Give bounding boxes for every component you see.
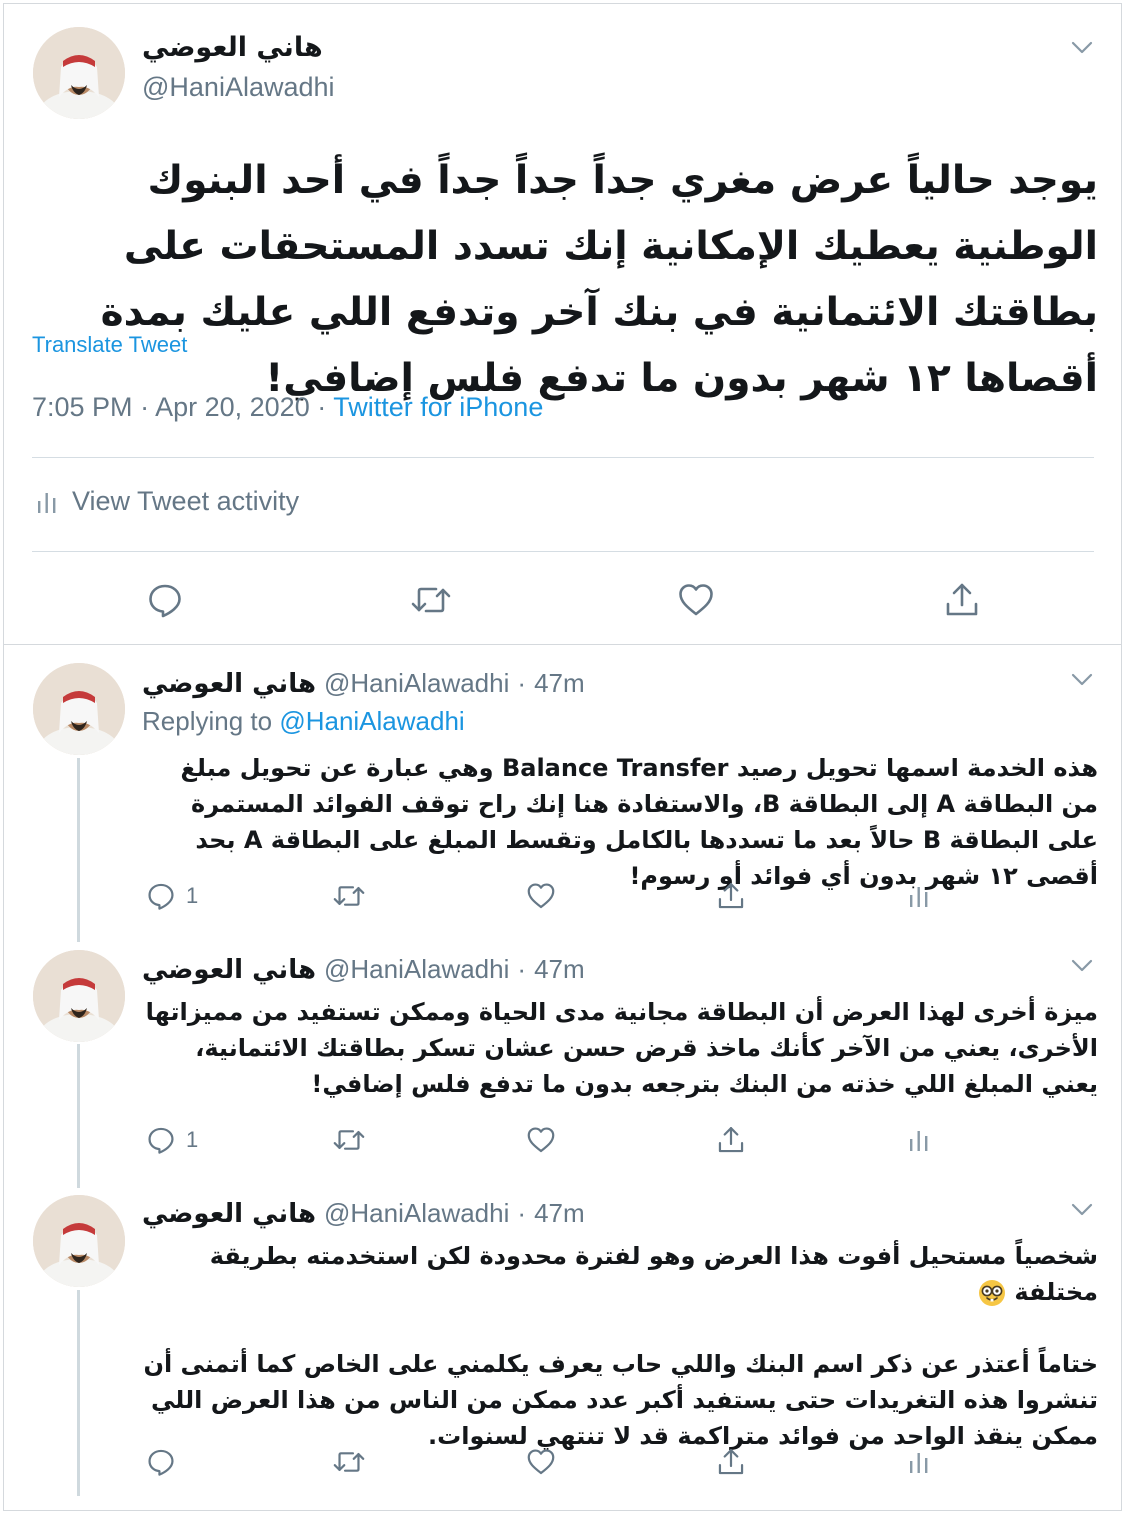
avatar[interactable] [33, 663, 125, 755]
avatar[interactable] [33, 27, 125, 119]
tweet-text: يوجد حالياً عرض مغري جداً جداً جداً في أ… [100, 158, 1098, 401]
analytics-button[interactable] [908, 1120, 930, 1160]
like-button[interactable] [526, 1442, 556, 1482]
thread-line [77, 1044, 80, 1188]
translate-tweet-link[interactable]: Translate Tweet [32, 332, 187, 358]
like-icon [527, 1449, 555, 1475]
chevron-down-icon[interactable] [1070, 1202, 1094, 1218]
divider [32, 551, 1094, 552]
reply-icon [148, 1127, 174, 1154]
meta-separator: · [517, 668, 527, 698]
thread-line [77, 758, 80, 942]
like-button[interactable] [526, 876, 556, 916]
analytics-icon [910, 1131, 928, 1151]
meta-separator: · [517, 1198, 527, 1228]
avatar[interactable] [33, 1195, 125, 1287]
meta-separator: · [517, 954, 527, 984]
view-tweet-activity[interactable]: View Tweet activity [36, 486, 299, 517]
retweet-button[interactable] [332, 1120, 366, 1160]
reply-icon [148, 1449, 174, 1476]
display-name[interactable]: هاني العوضي [142, 955, 316, 985]
reply-count: 1 [186, 1127, 199, 1152]
reply-count: 1 [186, 883, 199, 908]
reply-button[interactable]: 1 [146, 876, 198, 916]
reply-button[interactable] [146, 580, 184, 620]
activity-label: View Tweet activity [72, 486, 300, 516]
like-icon [527, 1127, 555, 1153]
replying-to-handle[interactable]: @HaniAlawadhi [279, 706, 464, 736]
chevron-down-icon[interactable] [1070, 672, 1094, 688]
tweet-paragraph: ختاماً أعتذر عن ذكر اسم البنك واللي حاب … [143, 1350, 1098, 1450]
user-handle[interactable]: @HaniAlawadhi [324, 668, 509, 699]
tweet-paragraph-text: شخصياً مستحيل أفوت هذا العرض وهو لفترة م… [209, 1242, 1098, 1306]
retweet-icon [411, 587, 451, 613]
analytics-icon [910, 887, 928, 907]
display-name[interactable]: هاني العوضي [142, 669, 316, 699]
avatar-photo-icon [33, 27, 125, 119]
like-icon [679, 584, 713, 616]
divider [3, 644, 1122, 645]
avatar-photo-icon [33, 663, 125, 755]
reply-icon [148, 883, 174, 910]
tweet-time[interactable]: 7:05 PM [32, 392, 133, 422]
reply-button[interactable] [146, 1442, 176, 1482]
chevron-down-icon[interactable] [1070, 958, 1094, 974]
meta-separator: · [140, 392, 150, 422]
display-name[interactable]: هاني العوضي [142, 1199, 316, 1229]
tweet-time[interactable]: 47m [534, 954, 585, 985]
tweet-time[interactable]: 47m [534, 1198, 585, 1229]
share-icon [718, 1127, 744, 1153]
like-button[interactable] [677, 580, 715, 620]
like-icon [527, 883, 555, 909]
display-name[interactable]: هاني العوضي [142, 32, 323, 63]
reply-button[interactable]: 1 [146, 1120, 198, 1160]
divider [32, 457, 1094, 458]
analytics-button[interactable] [908, 1442, 930, 1482]
retweet-icon [333, 1452, 365, 1472]
retweet-icon [333, 886, 365, 906]
tweet-text: شخصياً مستحيل أفوت هذا العرض وهو لفترة م… [140, 1238, 1098, 1454]
share-icon [718, 1449, 744, 1475]
avatar-photo-icon [33, 950, 125, 1042]
tweet-time[interactable]: 47m [534, 668, 585, 699]
analytics-icon [910, 1453, 928, 1473]
tweet-paragraph: شخصياً مستحيل أفوت هذا العرض وهو لفترة م… [140, 1238, 1098, 1310]
share-button[interactable] [716, 1442, 746, 1482]
retweet-button[interactable] [332, 876, 366, 916]
tweet-text: ميزة أخرى لهذا العرض أن البطاقة مجانية م… [145, 998, 1098, 1098]
share-icon [718, 883, 744, 909]
tweet-text: هذه الخدمة اسمها تحويل رصيد Balance Tran… [180, 754, 1098, 890]
tweet-date[interactable]: Apr 20, 2020 [155, 392, 310, 422]
share-button[interactable] [716, 1120, 746, 1160]
nerd-face-emoji-icon [979, 1280, 1006, 1306]
thread-line [77, 1290, 80, 1496]
user-handle[interactable]: @HaniAlawadhi [324, 954, 509, 985]
share-button[interactable] [943, 580, 981, 620]
share-button[interactable] [716, 876, 746, 916]
like-button[interactable] [526, 1120, 556, 1160]
retweet-button[interactable] [332, 1442, 366, 1482]
user-handle[interactable]: @HaniAlawadhi [142, 72, 335, 103]
reply-icon [149, 584, 181, 618]
share-icon [946, 583, 978, 616]
reply-header: هاني العوضي @HaniAlawadhi · 47m [142, 668, 585, 699]
replying-to: Replying to @HaniAlawadhi [142, 706, 465, 737]
tweet-meta: 7:05 PM · Apr 20, 2020 · Twitter for iPh… [32, 392, 543, 423]
retweet-button[interactable] [410, 580, 452, 620]
meta-separator: · [317, 392, 327, 422]
chevron-down-icon[interactable] [1070, 40, 1094, 56]
analytics-icon [38, 492, 56, 513]
avatar-photo-icon [33, 1195, 125, 1287]
reply-header: هاني العوضي @HaniAlawadhi · 47m [142, 954, 585, 985]
avatar[interactable] [33, 950, 125, 1042]
replying-label: Replying to [142, 706, 273, 736]
reply-header: هاني العوضي @HaniAlawadhi · 47m [142, 1198, 585, 1229]
analytics-button[interactable] [908, 876, 930, 916]
retweet-icon [333, 1130, 365, 1150]
tweet-source[interactable]: Twitter for iPhone [333, 392, 543, 422]
user-handle[interactable]: @HaniAlawadhi [324, 1198, 509, 1229]
